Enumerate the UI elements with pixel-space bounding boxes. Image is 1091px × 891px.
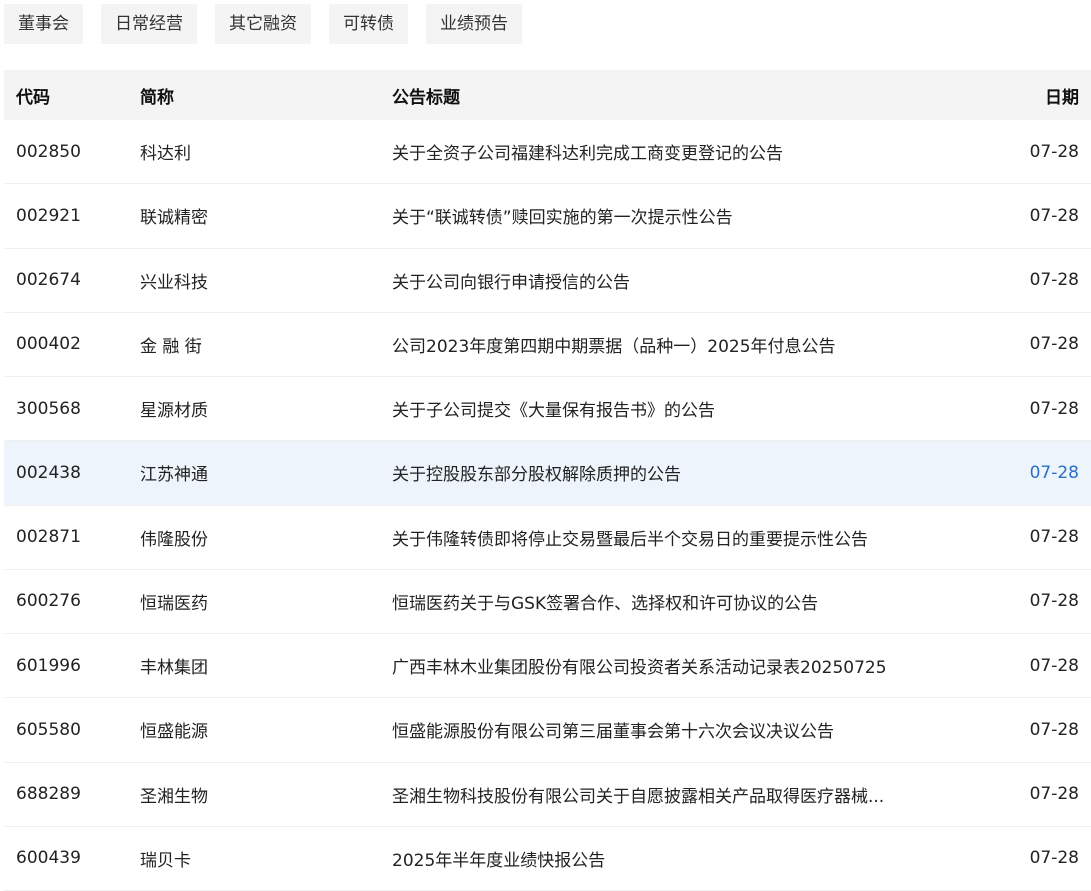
row-date: 07-28 (1029, 655, 1079, 676)
header-code: 代码 (16, 87, 50, 108)
row-title[interactable]: 恒盛能源股份有限公司第三届董事会第十六次会议决议公告 (392, 698, 992, 761)
announcement-table: 代码 简称 公告标题 日期 002850 科达利 关于全资子公司福建科达利完成工商变… (4, 70, 1091, 891)
row-date: 07-28 (1029, 398, 1079, 419)
row-code: 002674 (16, 270, 81, 291)
table-row[interactable]: 002921 联诚精密 关于“联诚转债”赎回实施的第一次提示性公告 07-28 (4, 184, 1091, 249)
row-name: 圣湘生物 (140, 786, 208, 807)
row-title-text[interactable]: 关于子公司提交《大量保有报告书》的公告 (392, 396, 715, 421)
row-title-text[interactable]: 关于公司向银行申请授信的公告 (392, 268, 630, 293)
header-date: 日期 (1045, 87, 1079, 108)
row-name: 联诚精密 (140, 208, 208, 229)
tab-convertible-bonds[interactable]: 可转债 (329, 4, 408, 44)
row-title-text[interactable]: 2025年半年度业绩快报公告 (392, 846, 605, 871)
row-code: 002438 (16, 462, 81, 483)
table-row[interactable]: 600439 瑞贝卡 2025年半年度业绩快报公告 07-28 (4, 827, 1091, 891)
row-name: 兴业科技 (140, 272, 208, 293)
row-date: 07-28 (1029, 141, 1079, 162)
tab-daily-operations[interactable]: 日常经营 (101, 4, 197, 44)
table-header: 代码 简称 公告标题 日期 (4, 70, 1091, 120)
row-title-text[interactable]: 关于“联诚转债”赎回实施的第一次提示性公告 (392, 203, 733, 228)
row-date: 07-28 (1029, 334, 1079, 355)
row-title[interactable]: 关于“联诚转债”赎回实施的第一次提示性公告 (392, 184, 992, 247)
row-date: 07-28 (1029, 591, 1079, 612)
tab-board[interactable]: 董事会 (4, 4, 83, 44)
tab-earnings-forecast[interactable]: 业绩预告 (426, 4, 522, 44)
row-title-text[interactable]: 关于控股股东部分股权解除质押的公告 (392, 460, 681, 485)
row-title[interactable]: 关于子公司提交《大量保有报告书》的公告 (392, 377, 992, 440)
row-title-text[interactable]: 广西丰林木业集团股份有限公司投资者关系活动记录表20250725 (392, 653, 887, 678)
row-title-text[interactable]: 公司2023年度第四期中期票据（品种一）2025年付息公告 (392, 332, 836, 357)
row-date: 07-28 (1029, 462, 1079, 483)
row-code: 600276 (16, 591, 81, 612)
table-row[interactable]: 000402 金 融 街 公司2023年度第四期中期票据（品种一）2025年付息公告… (4, 313, 1091, 377)
table-body: 002850 科达利 关于全资子公司福建科达利完成工商变更登记的公告 07-28 002… (4, 120, 1091, 891)
row-title-text[interactable]: 恒盛能源股份有限公司第三届董事会第十六次会议决议公告 (392, 717, 834, 742)
row-name: 江苏神通 (140, 465, 208, 486)
row-title[interactable]: 关于全资子公司福建科达利完成工商变更登记的公告 (392, 120, 992, 183)
table-row[interactable]: 605580 恒盛能源 恒盛能源股份有限公司第三届董事会第十六次会议决议公告 07-2… (4, 698, 1091, 763)
row-title[interactable]: 恒瑞医药关于与GSK签署合作、选择权和许可协议的公告 (392, 570, 992, 633)
row-date: 07-28 (1029, 205, 1079, 226)
table-row[interactable]: 688289 圣湘生物 圣湘生物科技股份有限公司关于自愿披露相关产品取得医疗器械..… (4, 763, 1091, 827)
row-title[interactable]: 关于公司向银行申请授信的公告 (392, 249, 992, 312)
row-title[interactable]: 广西丰林木业集团股份有限公司投资者关系活动记录表20250725 (392, 634, 992, 697)
row-title-text[interactable]: 圣湘生物科技股份有限公司关于自愿披露相关产品取得医疗器械... (392, 782, 884, 807)
row-date: 07-28 (1029, 719, 1079, 740)
row-code: 601996 (16, 655, 81, 676)
header-name: 简称 (140, 87, 174, 108)
category-tabs: 董事会 日常经营 其它融资 可转债 业绩预告 (4, 4, 522, 44)
row-name: 金 融 街 (140, 336, 202, 357)
row-code: 688289 (16, 784, 81, 805)
row-date: 07-28 (1029, 527, 1079, 548)
row-name: 伟隆股份 (140, 529, 208, 550)
row-code: 300568 (16, 398, 81, 419)
row-title[interactable]: 圣湘生物科技股份有限公司关于自愿披露相关产品取得医疗器械... (392, 763, 992, 826)
table-row[interactable]: 300568 星源材质 关于子公司提交《大量保有报告书》的公告 07-28 (4, 377, 1091, 442)
table-row[interactable]: 002438 江苏神通 关于控股股东部分股权解除质押的公告 07-28 (4, 441, 1091, 506)
row-name: 恒瑞医药 (140, 593, 208, 614)
row-code: 002850 (16, 141, 81, 162)
table-row[interactable]: 601996 丰林集团 广西丰林木业集团股份有限公司投资者关系活动记录表202507… (4, 634, 1091, 699)
table-row[interactable]: 002850 科达利 关于全资子公司福建科达利完成工商变更登记的公告 07-28 (4, 120, 1091, 185)
row-name: 瑞贝卡 (140, 850, 191, 871)
row-title[interactable]: 公司2023年度第四期中期票据（品种一）2025年付息公告 (392, 313, 992, 376)
row-code: 605580 (16, 719, 81, 740)
row-date: 07-28 (1029, 848, 1079, 869)
header-title: 公告标题 (392, 87, 460, 108)
row-name: 星源材质 (140, 401, 208, 422)
row-title-text[interactable]: 关于伟隆转债即将停止交易暨最后半个交易日的重要提示性公告 (392, 525, 868, 550)
row-name: 丰林集团 (140, 658, 208, 679)
row-code: 002871 (16, 527, 81, 548)
tab-other-financing[interactable]: 其它融资 (215, 4, 311, 44)
row-title[interactable]: 2025年半年度业绩快报公告 (392, 827, 992, 890)
row-name: 恒盛能源 (140, 722, 208, 743)
row-title[interactable]: 关于伟隆转债即将停止交易暨最后半个交易日的重要提示性公告 (392, 506, 992, 569)
table-row[interactable]: 600276 恒瑞医药 恒瑞医药关于与GSK签署合作、选择权和许可协议的公告 07-2… (4, 570, 1091, 634)
row-title[interactable]: 关于控股股东部分股权解除质押的公告 (392, 441, 992, 504)
table-row[interactable]: 002674 兴业科技 关于公司向银行申请授信的公告 07-28 (4, 249, 1091, 313)
row-date: 07-28 (1029, 784, 1079, 805)
row-title-text[interactable]: 恒瑞医药关于与GSK签署合作、选择权和许可协议的公告 (392, 589, 818, 614)
row-code: 000402 (16, 334, 81, 355)
table-row[interactable]: 002871 伟隆股份 关于伟隆转债即将停止交易暨最后半个交易日的重要提示性公告 07… (4, 506, 1091, 570)
row-code: 600439 (16, 848, 81, 869)
row-name: 科达利 (140, 144, 191, 165)
row-title-text[interactable]: 关于全资子公司福建科达利完成工商变更登记的公告 (392, 139, 783, 164)
row-code: 002921 (16, 205, 81, 226)
row-date: 07-28 (1029, 270, 1079, 291)
